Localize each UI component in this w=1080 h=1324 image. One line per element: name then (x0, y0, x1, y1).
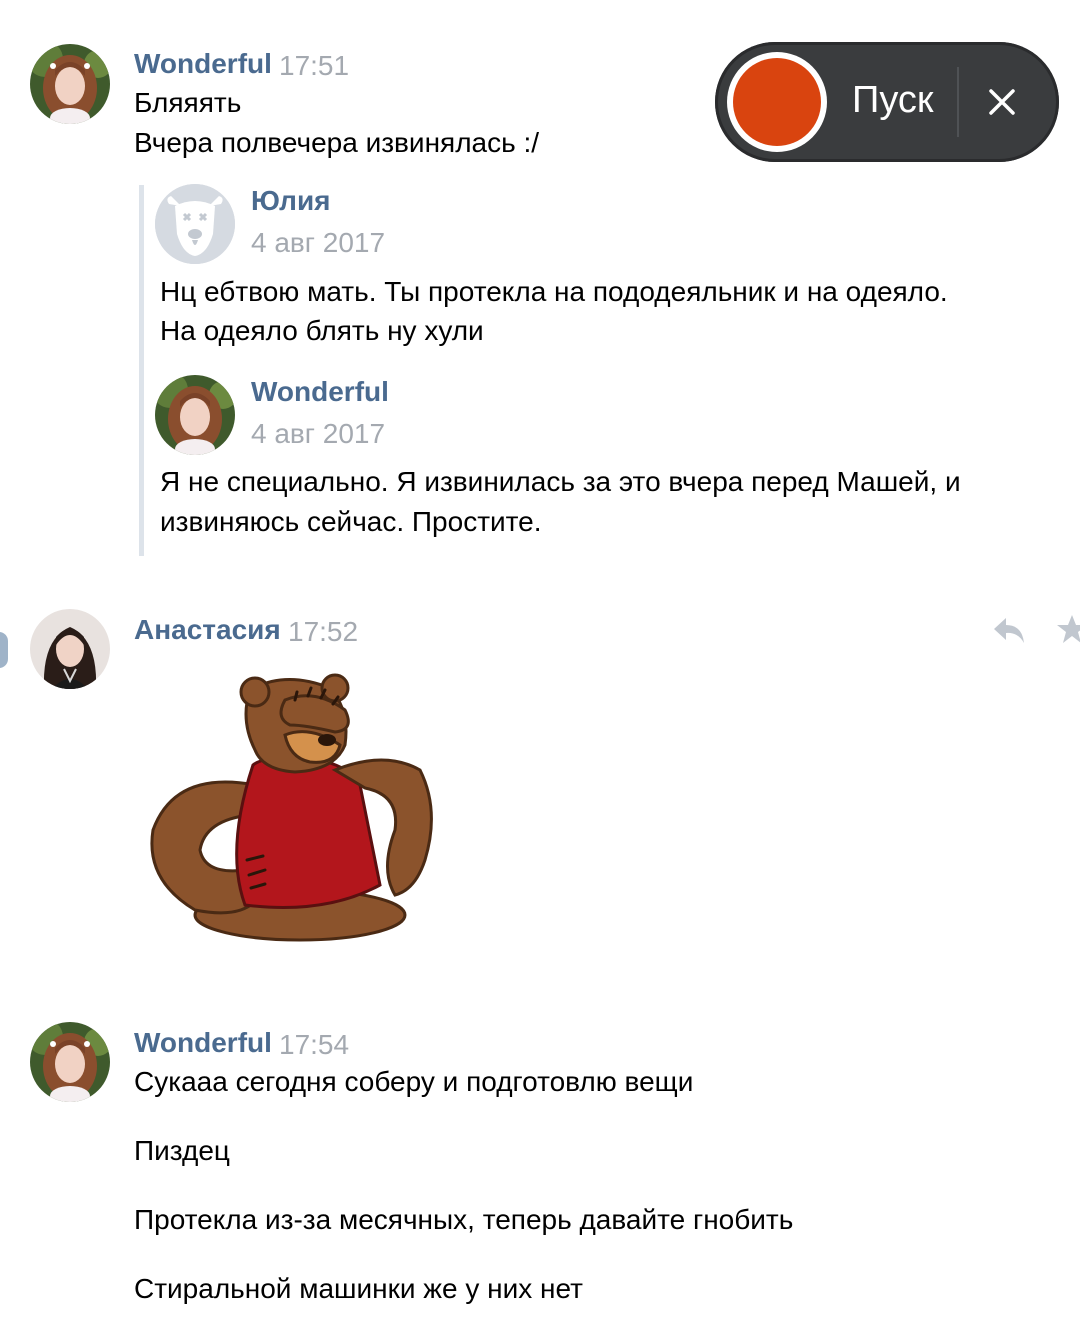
forwarded-text: На одеяло блять ну хули (160, 315, 484, 346)
message-text: Бляяять (134, 87, 242, 118)
avatar-anastasia[interactable] (30, 609, 110, 689)
message-author[interactable]: Wonderful (134, 48, 272, 80)
favorite-button[interactable] (1055, 613, 1080, 645)
forwarded-author[interactable]: Wonderful (251, 376, 389, 408)
divider (957, 67, 959, 137)
message-text: Стиральной машинки же у них нет (134, 1273, 583, 1304)
bear-facepalm-sticker[interactable] (145, 670, 445, 945)
message-time: 17:52 (288, 616, 359, 647)
forwarded-text: Я не специально. Я извинилась за это вче… (160, 466, 961, 497)
forwarded-date: 4 авг 2017 (251, 418, 386, 449)
message-text: Сукааа сегодня соберу и подготовлю вещи (134, 1066, 694, 1097)
avatar-deleted-user[interactable] (155, 184, 235, 264)
start-label[interactable]: Пуск (852, 79, 934, 122)
avatar-wonderful[interactable] (155, 375, 235, 455)
forwarded-text: извиняюсь сейчас. Простите. (160, 506, 542, 537)
screen-recorder-widget: Пуск (715, 42, 1059, 162)
unread-indicator (0, 632, 8, 668)
message-author[interactable]: Wonderful (134, 1027, 272, 1059)
close-button[interactable] (982, 82, 1022, 122)
record-button[interactable] (727, 52, 827, 152)
reply-icon (994, 618, 1024, 643)
avatar-wonderful[interactable] (30, 1022, 110, 1102)
message-time: 17:54 (279, 1029, 350, 1060)
message-author[interactable]: Анастасия (134, 614, 281, 646)
message-text: Протекла из-за месячных, теперь давайте … (134, 1204, 794, 1235)
forwarded-quote-bar (139, 185, 144, 556)
star-icon (1057, 615, 1080, 643)
message-text: Пиздец (134, 1135, 230, 1166)
deleted-dog-icon (155, 184, 235, 264)
forwarded-author[interactable]: Юлия (251, 185, 331, 217)
message-time: 17:51 (279, 50, 350, 81)
message-text: Вчера полвечера извинялась :/ (134, 127, 540, 158)
forwarded-date: 4 авг 2017 (251, 227, 386, 258)
forwarded-text: Нц ебтвою мать. Ты протекла на пододеяль… (160, 276, 948, 307)
record-icon (733, 58, 821, 146)
close-icon (989, 89, 1015, 115)
avatar-wonderful[interactable] (30, 44, 110, 124)
reply-button[interactable] (992, 615, 1026, 645)
